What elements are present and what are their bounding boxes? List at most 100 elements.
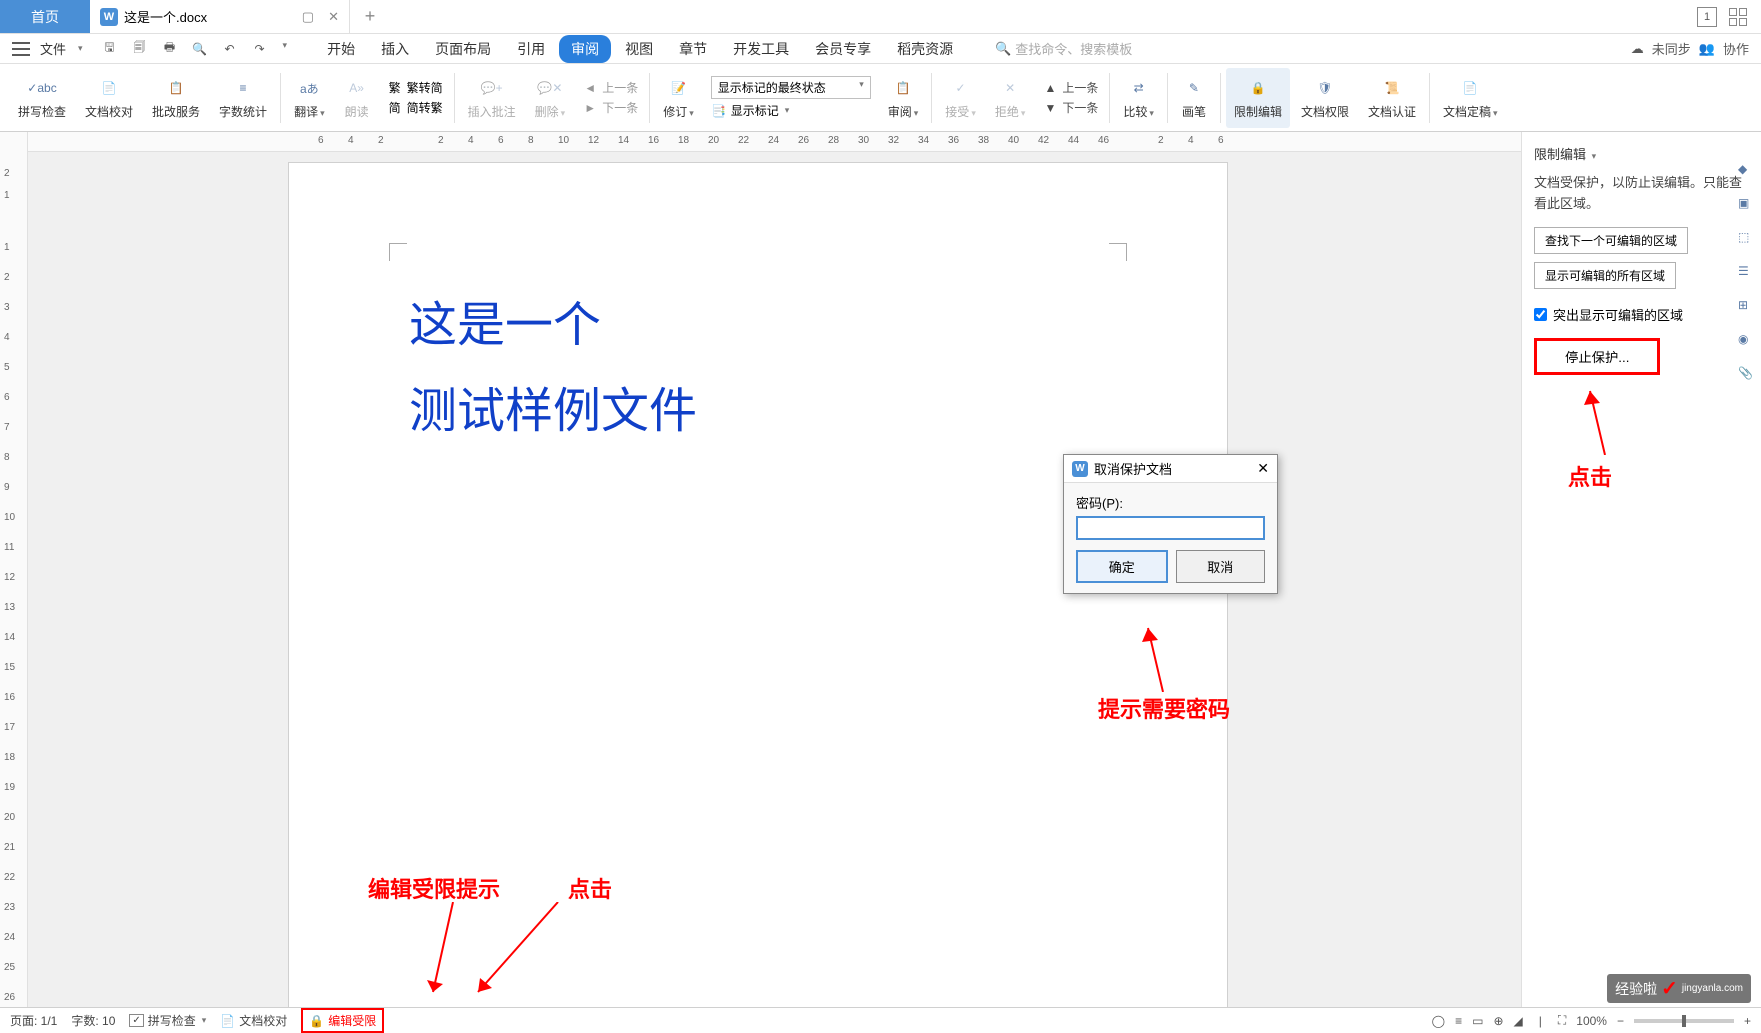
doc-proof-button[interactable]: 📄 文档校对 <box>77 68 141 128</box>
menu-icon[interactable] <box>12 42 30 56</box>
print-icon[interactable]: 🖶 <box>161 40 179 58</box>
vertical-ruler: 21 12 34 56 78 910 1112 1314 1516 1718 1… <box>0 132 28 1007</box>
check-icon: ✓ <box>1661 976 1678 1001</box>
wordcount-button[interactable]: ≡ 字数统计 <box>211 68 275 128</box>
stop-protection-button[interactable]: 停止保护... <box>1534 338 1660 375</box>
zoom-in-icon[interactable]: + <box>1744 1014 1751 1028</box>
tab-member[interactable]: 会员专享 <box>803 35 883 63</box>
home-tab[interactable]: 首页 <box>0 0 90 33</box>
prev-comment-button[interactable]: ◄上一条 <box>582 79 638 96</box>
tab-monitor-icon[interactable]: ▢ <box>302 9 314 25</box>
track-changes-button[interactable]: 📝 修订▾ <box>655 68 702 128</box>
tab-chapter[interactable]: 章节 <box>667 35 719 63</box>
highlight-checkbox-input[interactable] <box>1534 308 1547 321</box>
side-toolbar: ◆ ▣ ⬚ ☰ ⊞ ◉ 📎 <box>1733 152 1761 384</box>
annotation-arrow <box>1580 385 1620 455</box>
window-mode-icon[interactable]: 1 <box>1697 7 1717 27</box>
view-page-icon[interactable]: ▭ <box>1472 1014 1483 1028</box>
redo-icon[interactable]: ↷ <box>251 40 269 58</box>
markup-state-combo[interactable]: 显示标记的最终状态▾ <box>711 76 871 99</box>
undo-icon[interactable]: ↶ <box>221 40 239 58</box>
file-menu[interactable]: 文件 <box>40 39 66 58</box>
comment-plus-icon: 💬+ <box>479 75 505 101</box>
zoom-out-icon[interactable]: − <box>1617 1014 1624 1028</box>
side-icon-4[interactable]: ☰ <box>1738 264 1756 282</box>
panel-menu-icon[interactable]: ▾ <box>1592 151 1597 161</box>
view-list-icon[interactable]: ≡ <box>1455 1014 1462 1028</box>
tab-dev[interactable]: 开发工具 <box>721 35 801 63</box>
page-indicator[interactable]: 页面: 1/1 <box>10 1012 57 1029</box>
doc-final-button[interactable]: 📄 文档定稿▾ <box>1435 68 1506 128</box>
app-grid-icon[interactable] <box>1729 8 1747 26</box>
prev-change-button[interactable]: ▲上一条 <box>1042 79 1098 96</box>
cloud-icon[interactable]: ☁ <box>1631 41 1644 57</box>
pane-icon: 📋 <box>890 75 916 101</box>
readaloud-button[interactable]: A» 朗读 <box>336 68 378 128</box>
arrow-up-icon: ▲ <box>1042 80 1058 96</box>
side-icon-1[interactable]: ◆ <box>1738 162 1756 180</box>
ok-button[interactable]: 确定 <box>1076 550 1168 583</box>
next-comment-button[interactable]: ►下一条 <box>582 99 638 116</box>
s2t-button[interactable]: 繁繁转简 <box>387 79 443 96</box>
view-outline-icon[interactable]: ◢ <box>1514 1014 1523 1028</box>
qa-more-icon[interactable]: ▾ <box>283 40 288 58</box>
compare-button[interactable]: ⇄ 比较▾ <box>1115 68 1162 128</box>
accept-button[interactable]: ✓ 接受▾ <box>937 68 984 128</box>
collab-label[interactable]: 协作 <box>1723 39 1749 58</box>
dialog-close-icon[interactable]: ✕ <box>1257 460 1269 477</box>
spell-icon: ✓abc <box>29 75 55 101</box>
proof-status[interactable]: 📄文档校对 <box>220 1012 287 1029</box>
doc-permission-button[interactable]: 🛡 文档权限 <box>1293 68 1357 128</box>
pen-button[interactable]: ✎ 画笔 <box>1173 68 1215 128</box>
delete-comment-button[interactable]: 💬✕ 删除▾ <box>527 68 574 128</box>
t2s-button[interactable]: 简简转繁 <box>387 99 443 116</box>
annotation-text: 提示需要密码 <box>1098 692 1230 724</box>
side-icon-2[interactable]: ▣ <box>1738 196 1756 214</box>
spell-check-button[interactable]: ✓abc 拼写检查 <box>10 68 74 128</box>
tab-close-icon[interactable]: ✕ <box>328 9 339 25</box>
view-web-icon[interactable]: ⊕ <box>1493 1014 1503 1028</box>
collab-icon[interactable]: 👥 <box>1699 41 1715 57</box>
cancel-button[interactable]: 取消 <box>1176 550 1266 583</box>
review-pane-button[interactable]: 📋 审阅▾ <box>880 68 927 128</box>
translate-button[interactable]: aあ 翻译▾ <box>286 68 333 128</box>
zoom-slider[interactable] <box>1634 1019 1734 1023</box>
tab-start[interactable]: 开始 <box>315 35 367 63</box>
side-icon-5[interactable]: ⊞ <box>1738 298 1756 316</box>
highlight-regions-checkbox[interactable]: 突出显示可编辑的区域 <box>1534 305 1749 324</box>
word-count[interactable]: 字数: 10 <box>71 1012 115 1029</box>
save-icon[interactable]: 🖫 <box>101 40 119 58</box>
new-tab-button[interactable]: + <box>350 0 390 33</box>
view-circle-icon[interactable]: ◯ <box>1432 1014 1445 1028</box>
search-box[interactable]: 🔍 查找命令、搜索模板 <box>995 39 1132 58</box>
tab-review[interactable]: 审阅 <box>559 35 611 63</box>
next-change-button[interactable]: ▼下一条 <box>1042 99 1098 116</box>
side-icon-3[interactable]: ⬚ <box>1738 230 1756 248</box>
preview-icon[interactable]: 🔍 <box>191 40 209 58</box>
fullscreen-icon[interactable]: ⛶ <box>1558 1013 1566 1028</box>
save-as-icon[interactable]: 🗐 <box>131 40 149 58</box>
tab-insert[interactable]: 插入 <box>369 35 421 63</box>
chevron-down-icon[interactable]: ▾ <box>78 43 83 54</box>
search-placeholder: 查找命令、搜索模板 <box>1015 39 1132 58</box>
tab-ref[interactable]: 引用 <box>505 35 557 63</box>
new-comment-button[interactable]: 💬+ 插入批注 <box>460 68 524 128</box>
tab-view[interactable]: 视图 <box>613 35 665 63</box>
side-icon-6[interactable]: ◉ <box>1738 332 1756 350</box>
restrict-edit-button[interactable]: 🔒 限制编辑 <box>1226 68 1290 128</box>
reject-button[interactable]: ✕ 拒绝▾ <box>987 68 1034 128</box>
tab-resource[interactable]: 稻壳资源 <box>885 35 965 63</box>
show-all-regions-button[interactable]: 显示可编辑的所有区域 <box>1534 262 1676 289</box>
spell-status[interactable]: ✓拼写检查 ▾ <box>129 1012 206 1029</box>
batch-button[interactable]: 📋 批改服务 <box>144 68 208 128</box>
document-tab[interactable]: W 这是一个.docx ▢ ✕ <box>90 0 350 33</box>
sync-label[interactable]: 未同步 <box>1652 39 1691 58</box>
password-input[interactable] <box>1076 516 1265 540</box>
find-next-region-button[interactable]: 查找下一个可编辑的区域 <box>1534 227 1688 254</box>
edit-restricted-badge[interactable]: 🔒 编辑受限 <box>301 1008 384 1033</box>
zoom-level[interactable]: 100% <box>1576 1014 1607 1028</box>
side-icon-7[interactable]: 📎 <box>1738 366 1756 384</box>
tab-layout[interactable]: 页面布局 <box>423 35 503 63</box>
show-markup-button[interactable]: 📑显示标记▾ <box>711 102 871 119</box>
doc-cert-button[interactable]: 📜 文档认证 <box>1360 68 1424 128</box>
